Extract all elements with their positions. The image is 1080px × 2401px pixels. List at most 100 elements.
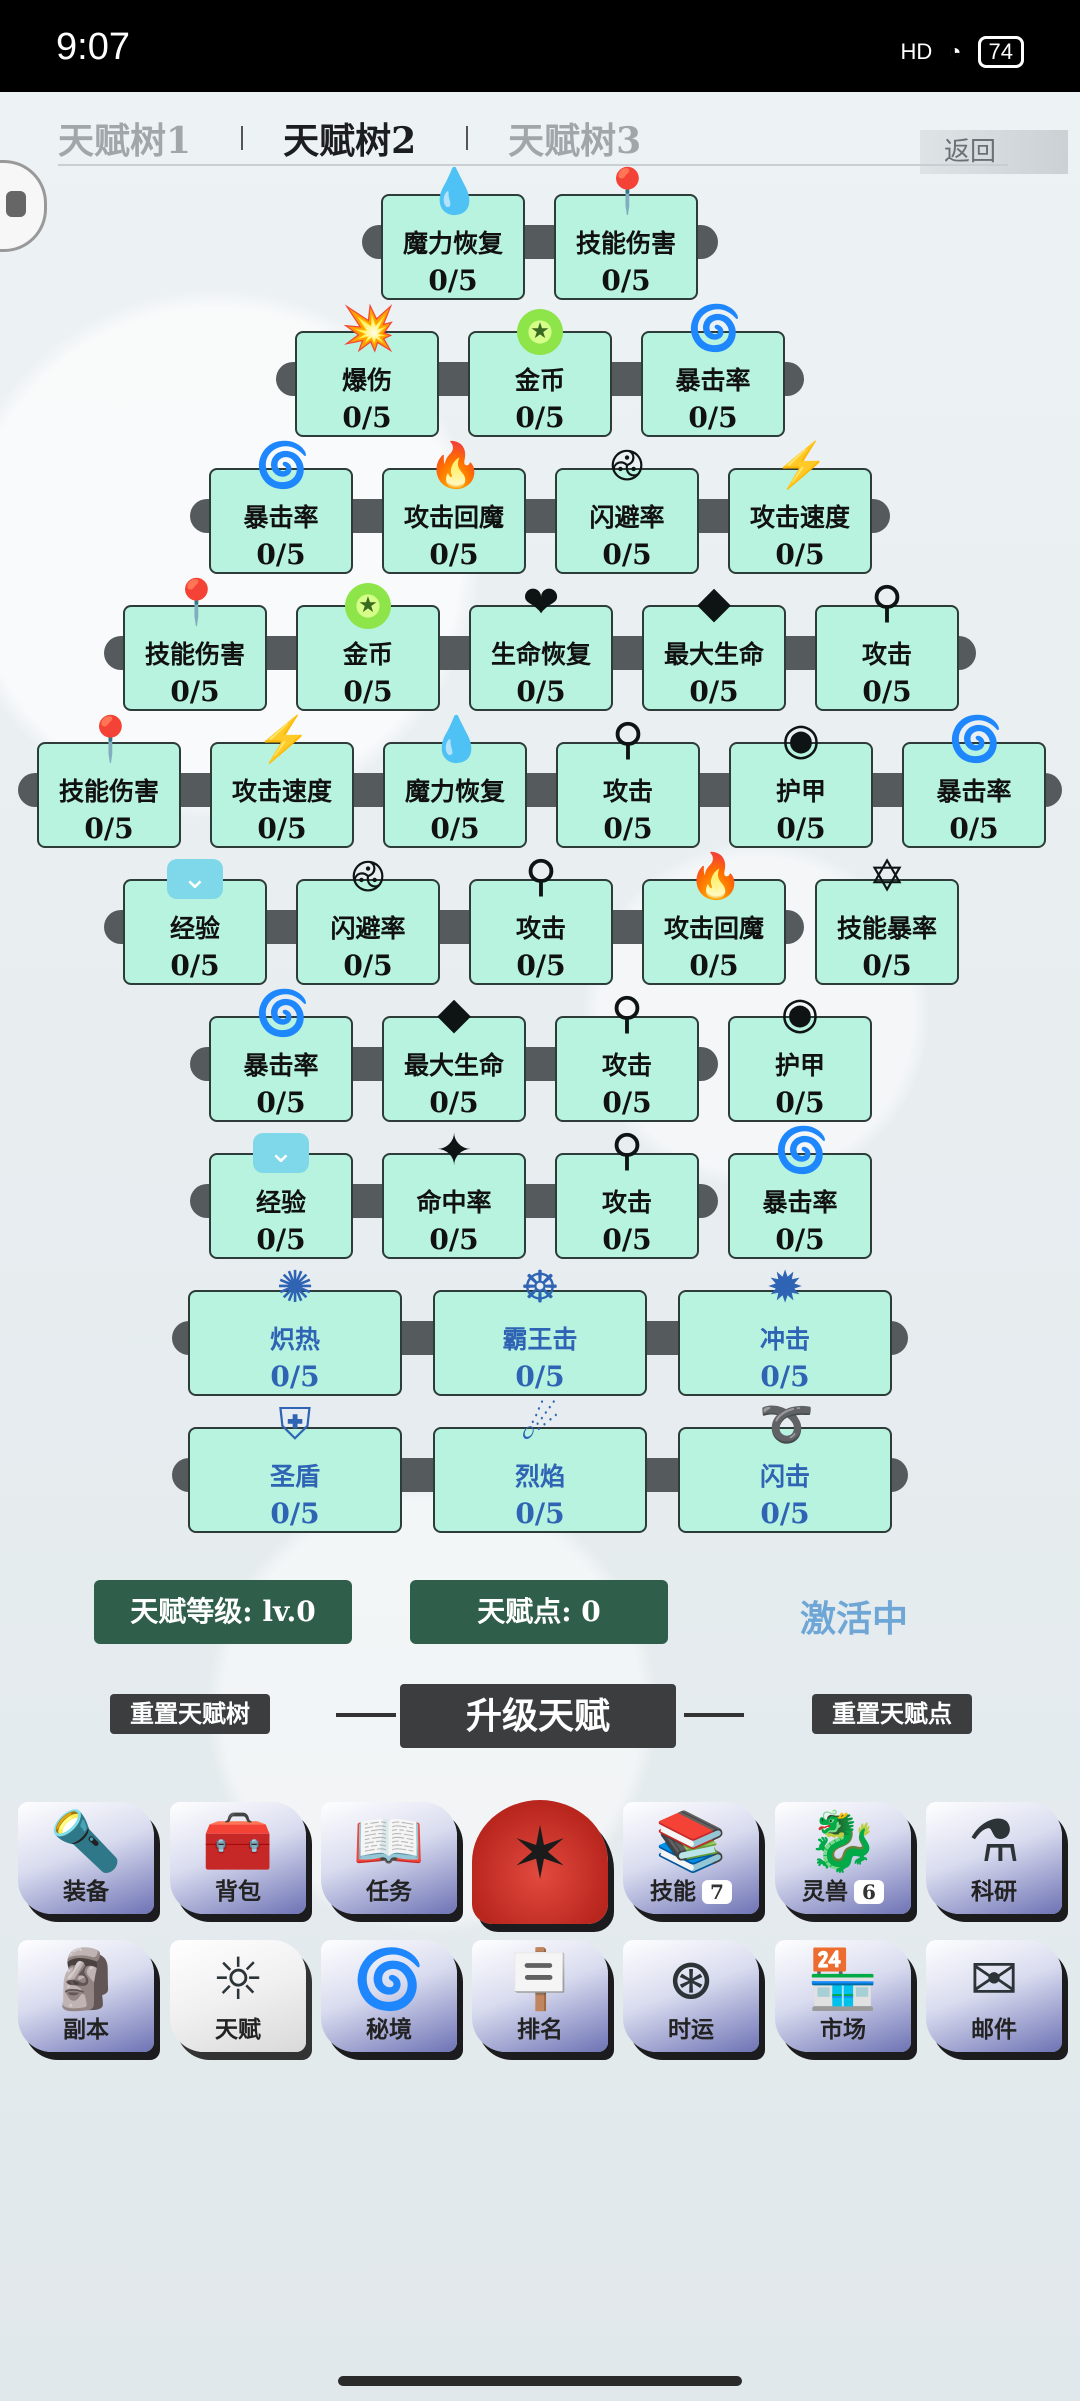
coin-icon: ★ [517, 309, 563, 355]
talent-node-skill-damage[interactable]: 📍 技能伤害 0/5 [123, 577, 267, 711]
reset-points-button[interactable]: 重置天赋点 [812, 1694, 972, 1734]
pin-blade-icon: 📍 [169, 577, 224, 628]
active-status: 激活中 [800, 1598, 909, 1640]
nav-skills[interactable]: 📚 技能 7 [623, 1802, 759, 1914]
shield-ring-icon: ◉ [781, 714, 821, 765]
talent-node-attack[interactable]: ⚲ 攻击 0/5 [556, 714, 700, 848]
nav-equipment[interactable]: 🔦 装备 [18, 1802, 154, 1914]
reset-tree-button[interactable]: 重置天赋树 [110, 1694, 270, 1734]
talent-node-armor[interactable]: ◉ 护甲 0/5 [728, 988, 872, 1122]
tab-talent-tree-2[interactable]: 天赋树2 [283, 112, 416, 164]
nav-talent[interactable]: ☼ 天赋 [170, 1940, 306, 2052]
nav-market[interactable]: 🏪 市场 [775, 1940, 911, 2052]
nav-research[interactable]: ⚗ 科研 [926, 1802, 1062, 1914]
talent-node-crit-damage[interactable]: 💥 爆伤 0/5 [295, 303, 439, 437]
spiral-icon: 🌀 [948, 714, 1003, 765]
star-target-icon: ✦ [435, 1125, 473, 1176]
talent-level-label: 天赋等级: lv.0 [94, 1580, 352, 1644]
burst-icon: 💥 [341, 303, 396, 354]
upgrade-talent-button[interactable]: 升级天赋 [400, 1684, 676, 1748]
warrior-icon: ☸ [520, 1262, 560, 1313]
talent-node-attack-speed[interactable]: ⚡ 攻击速度 0/5 [728, 440, 872, 574]
talent-node-skill-crit[interactable]: ✡ 技能暴率 0/5 [815, 851, 959, 985]
talent-node-crit-rate[interactable]: 🌀 暴击率 0/5 [641, 303, 785, 437]
talent-node-exp[interactable]: ⌄ 经验 0/5 [123, 859, 267, 985]
nav-spirit-beast[interactable]: 🐉 灵兽 6 [775, 1802, 911, 1914]
nav-quests[interactable]: 📖 任务 [321, 1802, 457, 1914]
talent-node-attack-mana[interactable]: 🔥 攻击回魔 0/5 [642, 851, 786, 985]
skill-node-holy-shield[interactable]: ⛨ 圣盾 0/5 [188, 1399, 402, 1533]
tab-talent-tree-3[interactable]: 天赋树3 [508, 112, 641, 164]
nav-ranking[interactable]: 🪧 排名 [472, 1940, 608, 2052]
tab-talent-tree-1[interactable]: 天赋树1 [58, 112, 191, 164]
home-indicator[interactable] [338, 2376, 742, 2386]
staff-icon: ⚲ [610, 1125, 644, 1176]
battery-icon: 74 [977, 36, 1024, 68]
spiral-icon: 🌀 [255, 988, 310, 1039]
phoenix-icon: ✶ [509, 1811, 571, 1895]
chest-icon: 🧰 [201, 1807, 275, 1875]
exp-chevron-icon: ⌄ [253, 1133, 309, 1173]
clock: 9:07 [56, 26, 130, 68]
holy-shield-icon: ⛨ [278, 1399, 312, 1450]
beast-count-badge: 6 [854, 1880, 884, 1904]
exp-chevron-icon: ⌄ [167, 859, 223, 899]
talent-node-crit-rate[interactable]: 🌀 暴击率 0/5 [209, 440, 353, 574]
talent-node-exp[interactable]: ⌄ 经验 0/5 [209, 1133, 353, 1259]
talent-node-max-hp[interactable]: ◆ 最大生命 0/5 [642, 577, 786, 711]
talent-tabs: 天赋树1 天赋树2 天赋树3 [58, 112, 691, 164]
left-arrow-decor [336, 1713, 396, 1717]
talent-node-gold[interactable]: ★ 金币 0/5 [296, 583, 440, 711]
tab-divider [241, 126, 244, 150]
talent-node-dodge[interactable]: ࿋ 闪避率 0/5 [296, 851, 440, 985]
triskele-icon: ࿋ [609, 440, 645, 491]
signboard-icon: 🪧 [503, 1945, 577, 2013]
spiral-icon: 🌀 [687, 303, 742, 354]
talent-node-attack[interactable]: ⚲ 攻击 0/5 [555, 988, 699, 1122]
signal-icon: HD [900, 39, 933, 64]
talent-node-attack-mana[interactable]: 🔥 攻击回魔 0/5 [382, 440, 526, 574]
talent-node-skill-damage[interactable]: 📍 技能伤害 0/5 [37, 714, 181, 848]
skill-node-flash-strike[interactable]: ➰ 闪击 0/5 [678, 1399, 892, 1533]
talent-node-skill-damage[interactable]: 📍 技能伤害 0/5 [554, 166, 698, 300]
coin-icon: ★ [345, 583, 391, 629]
talent-node-gold[interactable]: ★ 金币 0/5 [468, 309, 612, 437]
skill-node-impact[interactable]: ✹ 冲击 0/5 [678, 1262, 892, 1396]
talent-node-crit-rate[interactable]: 🌀 暴击率 0/5 [902, 714, 1046, 848]
skill-node-blaze[interactable]: ☄ 烈焰 0/5 [433, 1399, 647, 1533]
pin-blade-icon: 📍 [83, 714, 138, 765]
talent-node-max-hp[interactable]: ◆ 最大生命 0/5 [382, 988, 526, 1122]
nav-fortune[interactable]: ⊛ 时运 [623, 1940, 759, 2052]
talent-node-mana-regen[interactable]: 💧 魔力恢复 0/5 [383, 714, 527, 848]
dragon-icon: 🐉 [806, 1807, 880, 1875]
talent-node-hp-regen[interactable]: ❤ 生命恢复 0/5 [469, 577, 613, 711]
mail-icon: ✉ [969, 1945, 1019, 2013]
talent-node-armor[interactable]: ◉ 护甲 0/5 [729, 714, 873, 848]
nav-secret-realm[interactable]: 🌀 秘境 [321, 1940, 457, 2052]
nav-dungeon[interactable]: 🗿 副本 [18, 1940, 154, 2052]
talent-node-attack[interactable]: ⚲ 攻击 0/5 [815, 577, 959, 711]
skill-node-scorch[interactable]: ✺ 炽热 0/5 [188, 1262, 402, 1396]
nav-mail[interactable]: ✉ 邮件 [926, 1940, 1062, 2052]
torch-icon: 🔦 [49, 1807, 123, 1875]
talent-node-crit-rate[interactable]: 🌀 暴击率 0/5 [209, 988, 353, 1122]
talent-node-attack[interactable]: ⚲ 攻击 0/5 [555, 1125, 699, 1259]
skill-node-overlord-strike[interactable]: ☸ 霸王击 0/5 [433, 1262, 647, 1396]
vortex-icon: 🌀 [352, 1945, 426, 2013]
talent-node-attack[interactable]: ⚲ 攻击 0/5 [469, 851, 613, 985]
bottom-nav: 🔦 装备 🧰 背包 📖 任务 ✶ 📚 技能 7 🐉 灵兽 6 ⚗ 科研 🗿 副本 ☼… [0, 1792, 1080, 2072]
tab-underline [58, 164, 1008, 166]
talent-node-attack-speed[interactable]: ⚡ 攻击速度 0/5 [210, 714, 354, 848]
talent-node-mana-regen[interactable]: 💧 魔力恢复 0/5 [381, 166, 525, 300]
talent-node-dodge[interactable]: ࿋ 闪避率 0/5 [555, 440, 699, 574]
skills-count-badge: 7 [702, 1880, 732, 1904]
flask-icon: ⚗ [968, 1807, 1020, 1875]
nav-bag[interactable]: 🧰 背包 [170, 1802, 306, 1914]
talent-node-hit-rate[interactable]: ✦ 命中率 0/5 [382, 1125, 526, 1259]
back-button[interactable]: 返回 [920, 130, 1068, 174]
talent-node-crit-rate[interactable]: 🌀 暴击率 0/5 [728, 1125, 872, 1259]
fortune-wheel-icon: ⊛ [666, 1945, 716, 2013]
nav-home-emblem[interactable]: ✶ [472, 1800, 608, 1924]
impact-icon: ✹ [766, 1262, 804, 1313]
staff-icon: ⚲ [610, 988, 644, 1039]
